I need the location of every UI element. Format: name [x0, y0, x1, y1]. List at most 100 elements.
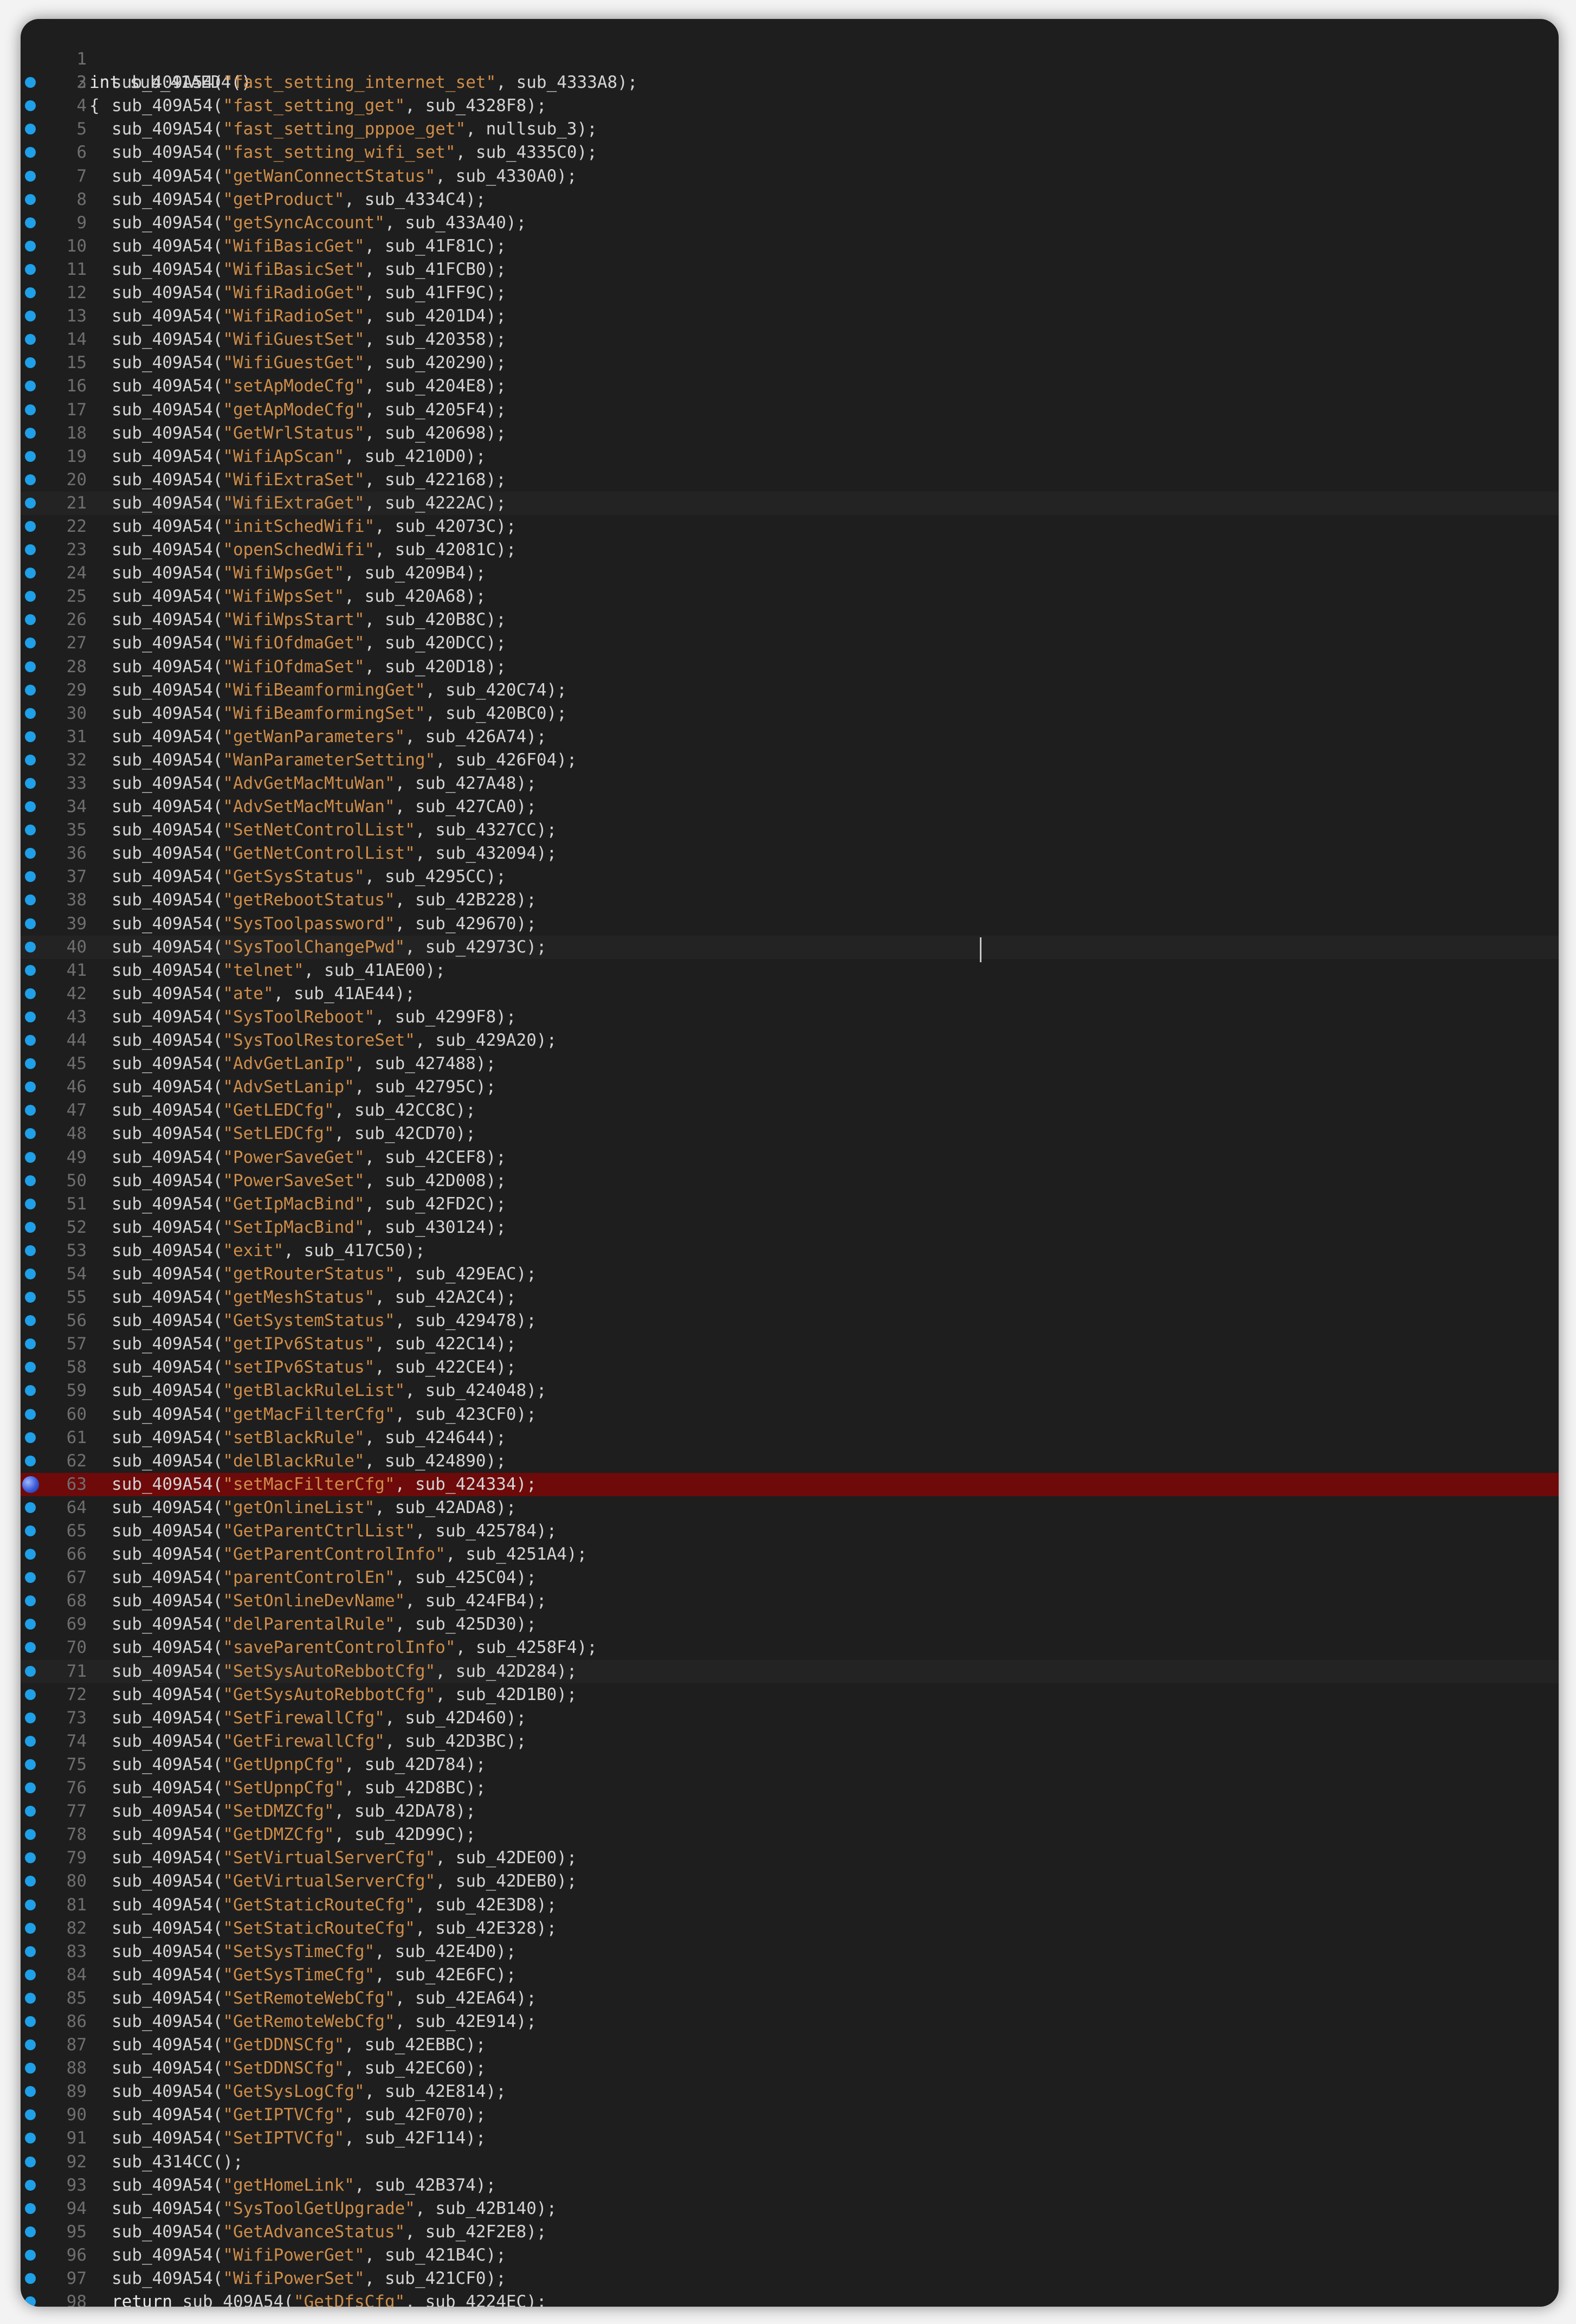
breakpoint-icon[interactable]	[25, 1408, 36, 1420]
code-line-26[interactable]: 26 sub_409A54("WifiWpsStart", sub_420B8C)…	[21, 608, 1559, 632]
breakpoint-icon[interactable]	[25, 568, 36, 579]
handler-function[interactable]: sub_425C04	[415, 1568, 516, 1587]
code-line-22[interactable]: 22 sub_409A54("initSchedWifi", sub_42073C…	[21, 515, 1559, 538]
breakpoint-icon[interactable]	[25, 754, 36, 765]
called-function[interactable]: sub_409A54	[112, 961, 213, 980]
breakpoint-icon[interactable]	[25, 591, 36, 602]
called-function[interactable]: sub_409A54	[112, 750, 213, 770]
breakpoint-icon[interactable]	[25, 1642, 36, 1653]
called-function[interactable]: sub_409A54	[112, 1942, 213, 1961]
called-function[interactable]: sub_409A54	[112, 1778, 213, 1798]
breakpoint-icon[interactable]	[25, 520, 36, 532]
called-function[interactable]: sub_409A54	[112, 633, 213, 653]
breakpoint-icon[interactable]	[25, 848, 36, 859]
called-function[interactable]: sub_409A54	[112, 1662, 213, 1681]
code-line-68[interactable]: 68 sub_409A54("SetOnlineDevName", sub_424…	[21, 1589, 1559, 1613]
called-function[interactable]: sub_409A54	[112, 73, 213, 92]
handler-function[interactable]: sub_422168	[385, 470, 486, 490]
handler-function[interactable]: sub_42D284	[456, 1662, 557, 1681]
string-literal[interactable]: WifiWpsStart	[233, 610, 354, 629]
breakpoint-icon[interactable]	[25, 1502, 36, 1513]
called-function[interactable]: sub_409A54	[112, 493, 213, 513]
breakpoint-icon[interactable]	[25, 194, 36, 205]
handler-function[interactable]: sub_424334	[415, 1475, 516, 1494]
breakpoint-icon[interactable]	[25, 1806, 36, 1817]
breakpoint-icon[interactable]	[25, 1292, 36, 1303]
code-line-60[interactable]: 60 sub_409A54("getMacFilterCfg", sub_423C…	[21, 1403, 1559, 1426]
called-function[interactable]: sub_409A54	[112, 844, 213, 863]
code-line-83[interactable]: 83 sub_409A54("SetSysTimeCfg", sub_42E4D0…	[21, 1940, 1559, 1964]
called-function[interactable]: sub_409A54	[112, 2269, 213, 2288]
called-function[interactable]: sub_409A54	[112, 1077, 213, 1097]
called-function[interactable]: sub_409A54	[112, 1405, 213, 1424]
called-function[interactable]: sub_409A54	[112, 1241, 213, 1260]
called-function[interactable]: sub_409A54	[112, 610, 213, 629]
breakpoint-icon[interactable]	[25, 2039, 36, 2051]
code-line-30[interactable]: 30 sub_409A54("WifiBeamformingSet", sub_4…	[21, 702, 1559, 725]
string-literal[interactable]: WanParameterSetting	[233, 750, 425, 770]
called-function[interactable]: sub_409A54	[112, 774, 213, 793]
called-function[interactable]: sub_409A54	[112, 1848, 213, 1868]
called-function[interactable]: sub_409A54	[112, 587, 213, 606]
string-literal[interactable]: ate	[233, 984, 263, 1003]
string-literal[interactable]: GetNetControlList	[233, 844, 405, 863]
breakpoint-icon[interactable]	[25, 2086, 36, 2097]
called-function[interactable]: sub_409A54	[112, 2175, 213, 2195]
string-literal[interactable]: GetSysStatus	[233, 867, 354, 886]
breakpoint-icon[interactable]	[25, 684, 36, 696]
called-function[interactable]: sub_409A54	[112, 2199, 213, 2218]
code-line-12[interactable]: 12 sub_409A54("WifiRadioGet", sub_41FF9C)…	[21, 281, 1559, 305]
handler-function[interactable]: sub_42F070	[365, 2105, 466, 2125]
string-literal[interactable]: SetSysAutoRebbotCfg	[233, 1662, 425, 1681]
code-line-78[interactable]: 78 sub_409A54("GetDMZCfg", sub_42D99C);	[21, 1823, 1559, 1846]
breakpoint-icon[interactable]	[25, 2179, 36, 2191]
handler-function[interactable]: sub_41AE00	[324, 961, 425, 980]
handler-function[interactable]: sub_4334C4	[365, 190, 466, 209]
handler-function[interactable]: sub_42D008	[385, 1171, 486, 1190]
breakpoint-icon[interactable]	[25, 1011, 36, 1022]
called-function[interactable]: sub_409A54	[112, 914, 213, 934]
string-literal[interactable]: initSchedWifi	[233, 517, 365, 536]
called-function[interactable]: sub_409A54	[112, 190, 213, 209]
breakpoint-icon[interactable]	[25, 825, 36, 836]
code-line-4[interactable]: 4 sub_409A54("fast_setting_get", sub_4328…	[21, 94, 1559, 118]
string-literal[interactable]: GetSysTimeCfg	[233, 1965, 365, 1985]
called-function[interactable]: sub_409A54	[112, 1568, 213, 1587]
called-function[interactable]: sub_409A54	[112, 1264, 213, 1284]
string-literal[interactable]: WifiExtraSet	[233, 470, 354, 490]
called-function[interactable]: sub_409A54	[112, 330, 213, 349]
handler-function[interactable]: sub_4299F8	[395, 1007, 496, 1027]
breakpoint-icon[interactable]	[25, 2273, 36, 2284]
string-literal[interactable]: PowerSaveSet	[233, 1171, 354, 1190]
breakpoint-icon[interactable]	[25, 894, 36, 906]
breakpoint-icon[interactable]	[25, 1245, 36, 1256]
code-line-86[interactable]: 86 sub_409A54("GetRemoteWebCfg", sub_42E9…	[21, 2010, 1559, 2033]
handler-function[interactable]: sub_417C50	[304, 1241, 405, 1260]
code-line-20[interactable]: 20 sub_409A54("WifiExtraSet", sub_422168)…	[21, 468, 1559, 492]
handler-function[interactable]: sub_420C74	[445, 680, 547, 700]
called-function[interactable]: sub_409A54	[112, 376, 213, 396]
breakpoint-icon[interactable]	[25, 1572, 36, 1583]
string-literal[interactable]: AdvGetMacMtuWan	[233, 774, 385, 793]
breakpoint-icon[interactable]	[25, 1969, 36, 1980]
breakpoint-icon[interactable]	[25, 381, 36, 392]
string-literal[interactable]: WifiWpsGet	[233, 563, 334, 583]
code-line-69[interactable]: 69 sub_409A54("delParentalRule", sub_425D…	[21, 1613, 1559, 1636]
breakpoint-icon[interactable]	[25, 2296, 36, 2307]
string-literal[interactable]: setIPv6Status	[233, 1357, 365, 1377]
breakpoint-icon[interactable]	[25, 614, 36, 626]
code-line-74[interactable]: 74 sub_409A54("GetFirewallCfg", sub_42D3B…	[21, 1730, 1559, 1753]
string-literal[interactable]: delBlackRule	[233, 1451, 354, 1471]
handler-function[interactable]: sub_420BC0	[445, 704, 547, 723]
handler-function[interactable]: sub_42ADA8	[395, 1498, 496, 1517]
called-function[interactable]: sub_409A54	[112, 353, 213, 372]
handler-function[interactable]: sub_422C14	[395, 1334, 496, 1354]
called-function[interactable]: sub_409A54	[112, 2035, 213, 2055]
called-function[interactable]: sub_409A54	[112, 260, 213, 279]
handler-function[interactable]: sub_4333A8	[516, 73, 618, 92]
code-line-57[interactable]: 57 sub_409A54("getIPv6Status", sub_422C14…	[21, 1332, 1559, 1356]
breakpoint-icon[interactable]	[25, 1899, 36, 1910]
code-line-35[interactable]: 35 sub_409A54("SetNetControlList", sub_43…	[21, 819, 1559, 842]
breakpoint-icon[interactable]	[25, 147, 36, 158]
string-literal[interactable]: WifiGuestSet	[233, 330, 354, 349]
